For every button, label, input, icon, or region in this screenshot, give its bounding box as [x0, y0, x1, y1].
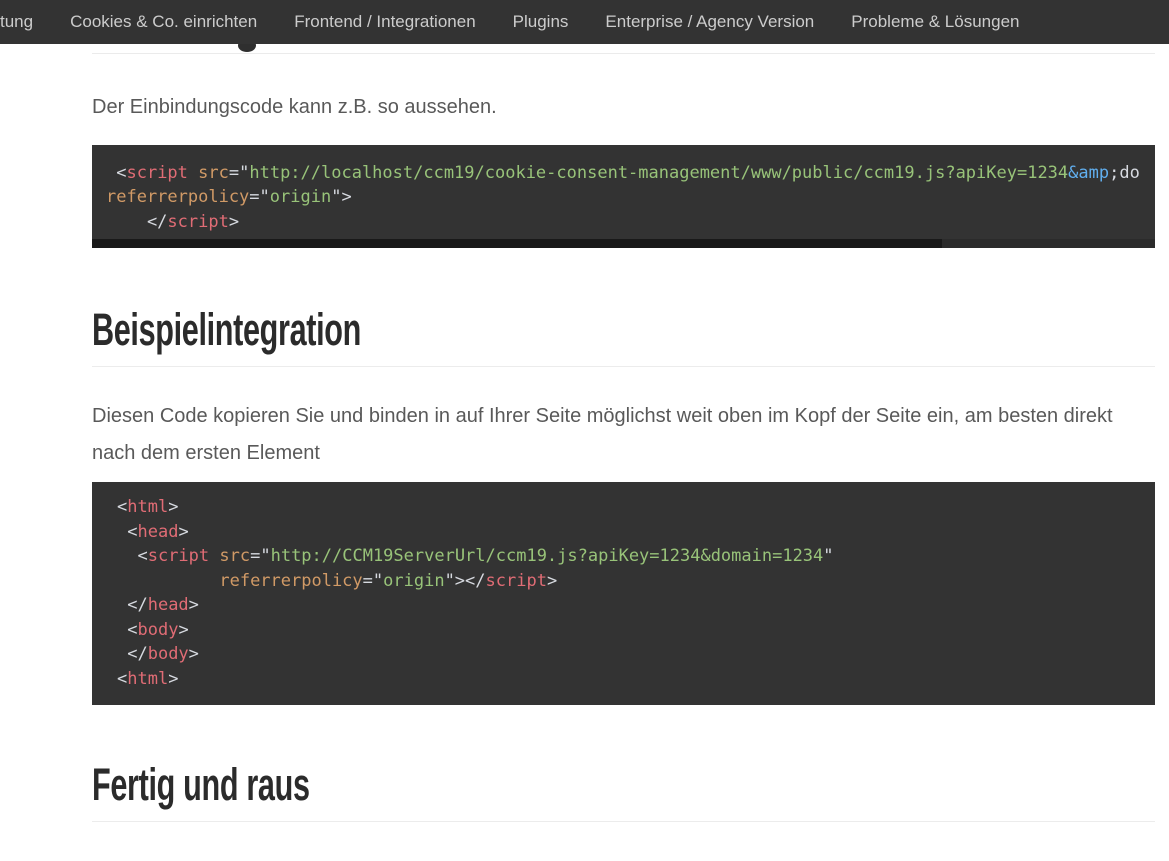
intro-paragraph: Der Einbindungscode kann z.B. so aussehe…	[92, 96, 497, 118]
fertig-paragraph: Wenn Sie fertig sind, klicken Sie auf de…	[92, 853, 1155, 861]
section-heading-text: Beispielintegration	[92, 304, 361, 355]
top-navbar: tung Cookies & Co. einrichten Frontend /…	[0, 0, 1169, 44]
horizontal-scrollbar-thumb[interactable]	[92, 239, 943, 248]
beispielintegration-paragraph: Diesen Code kopieren Sie und binden in a…	[92, 405, 1113, 464]
section-heading-beispielintegration: Beispielintegration	[92, 304, 1155, 367]
main-content: Der Einbindungscode kann z.B. so aussehe…	[92, 44, 1155, 861]
section-heading-text: Fertig und raus	[92, 759, 310, 810]
section-heading-fertig-und-raus: Fertig und raus	[92, 759, 1155, 822]
horizontal-scrollbar-track[interactable]	[92, 239, 1155, 248]
cutoff-heading-descender	[238, 44, 256, 52]
code-block-example-integration: <html> <head> <script src="http://CCM19S…	[92, 482, 1155, 705]
nav-item-frontend-integrationen[interactable]: Frontend / Integrationen	[294, 0, 475, 44]
code-block-embed-snippet: <script src="http://localhost/ccm19/cook…	[92, 144, 1155, 248]
nav-item-enterprise-agency[interactable]: Enterprise / Agency Version	[605, 0, 814, 44]
nav-item-partial[interactable]: tung	[0, 0, 33, 44]
code-text: <html> <head> <script src="http://CCM19S…	[117, 497, 834, 689]
code-text: <script src="http://localhost/ccm19/cook…	[106, 162, 1140, 232]
cutoff-heading-underline	[92, 44, 1155, 54]
nav-item-plugins[interactable]: Plugins	[513, 0, 569, 44]
nav-item-cookies-einrichten[interactable]: Cookies & Co. einrichten	[70, 0, 257, 44]
nav-item-probleme-loesungen[interactable]: Probleme & Lösungen	[851, 0, 1019, 44]
